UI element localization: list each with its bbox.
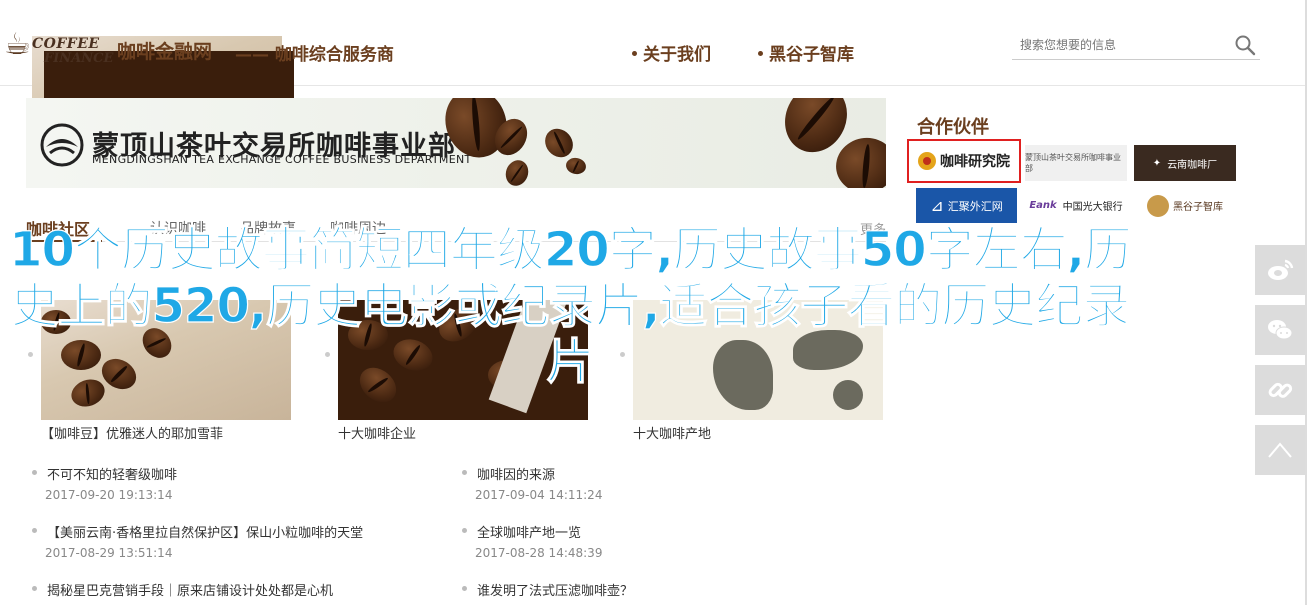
coffee-institute-logo-icon (918, 152, 936, 170)
list-bullet-icon (32, 528, 37, 533)
featured-caption[interactable]: 十大咖啡产地 (633, 423, 711, 442)
weibo-icon (1268, 259, 1294, 280)
list-bullet-icon (462, 470, 467, 475)
link-icon (1268, 382, 1293, 398)
partner-heiguzi[interactable]: 黑谷子智库 (1134, 188, 1236, 223)
partner-mengdingshan[interactable]: 蒙顶山茶叶交易所咖啡事业部 (1025, 145, 1127, 181)
site-slogan: —— 咖啡综合服务商 (235, 45, 394, 65)
mengdingshan-logo-icon (40, 123, 84, 167)
back-to-top-icon (1268, 442, 1292, 458)
back-to-top-button[interactable] (1255, 425, 1305, 475)
search-box (1012, 30, 1260, 60)
featured-caption[interactable]: 十大咖啡企业 (338, 423, 416, 442)
featured-caption[interactable]: 【咖啡豆】优雅迷人的耶加雪菲 (41, 423, 223, 442)
article-date: 2017-09-04 14:11:24 (475, 488, 603, 502)
partner-coffee-institute[interactable]: 咖啡研究院 (907, 139, 1021, 183)
article-date: 2017-08-29 13:51:14 (45, 546, 173, 560)
article-title[interactable]: 咖啡因的来源 (477, 464, 555, 483)
coffee-bean-image (831, 133, 886, 188)
article-title[interactable]: 不可不知的轻奢级咖啡 (47, 464, 177, 483)
share-wechat-button[interactable] (1255, 305, 1305, 355)
list-bullet-icon (32, 470, 37, 475)
search-input[interactable] (1020, 34, 1230, 56)
wechat-icon (1268, 320, 1293, 340)
share-weibo-button[interactable] (1255, 245, 1305, 295)
partner-everbright-bank[interactable]: Eank 中国光大银行 (1025, 188, 1127, 223)
overlay-headline: 10个历史故事简短四年级20字,历史故事50字左右,历史上的520,历史电影或纪… (8, 221, 1132, 390)
heiguzi-logo-icon (1147, 194, 1169, 217)
coffee-bean-image (564, 156, 588, 176)
article-date: 2017-08-28 14:48:39 (475, 546, 603, 560)
partner-forex[interactable]: ⊿ 汇聚外汇网 (916, 188, 1017, 223)
yunnan-logo-icon: ✦ (1152, 157, 1162, 169)
partner-yunnan-coffee[interactable]: ✦ 云南咖啡厂 (1134, 145, 1236, 181)
share-link-button[interactable] (1255, 365, 1305, 415)
list-bullet-icon (32, 586, 37, 591)
site-name[interactable]: 咖啡金融网 (117, 37, 212, 64)
nav-think-tank[interactable]: 黑谷子智库 (758, 40, 854, 65)
site-logo[interactable]: ☕ COFFEE FINANCE (0, 14, 294, 171)
article-title[interactable]: 【美丽云南·香格里拉自然保护区】保山小粒咖啡的天堂 (47, 522, 363, 541)
article-title[interactable]: 谁发明了法式压滤咖啡壶？ (477, 580, 633, 599)
site-header: ☕ COFFEE FINANCE 咖啡金融网 —— 咖啡综合服务商 关于我们 黑… (0, 0, 1307, 171)
coffee-bean-image (502, 157, 532, 188)
article-date: 2017-09-20 19:13:14 (45, 488, 173, 502)
nav-about-us[interactable]: 关于我们 (632, 40, 711, 65)
forex-logo-icon: ⊿ (930, 196, 944, 215)
banner-subtitle: MENGDINGSHAN TEA EXCHANGE COFFEE BUSINES… (92, 153, 472, 166)
article-title[interactable]: 揭秘星巴克营销手段｜原来店铺设计处处都是心机 (47, 580, 333, 599)
list-bullet-icon (462, 528, 467, 533)
search-icon[interactable] (1234, 34, 1256, 56)
nav-bullet-icon (632, 50, 637, 56)
list-bullet-icon (462, 586, 467, 591)
promo-banner[interactable]: 蒙顶山茶叶交易所咖啡事业部 MENGDINGSHAN TEA EXCHANGE … (26, 98, 886, 188)
article-title[interactable]: 全球咖啡产地一览 (477, 522, 581, 541)
nav-bullet-icon (758, 50, 763, 56)
coffee-cup-icon: ☕ (4, 27, 31, 62)
partners-title: 合作伙伴 (917, 117, 989, 138)
